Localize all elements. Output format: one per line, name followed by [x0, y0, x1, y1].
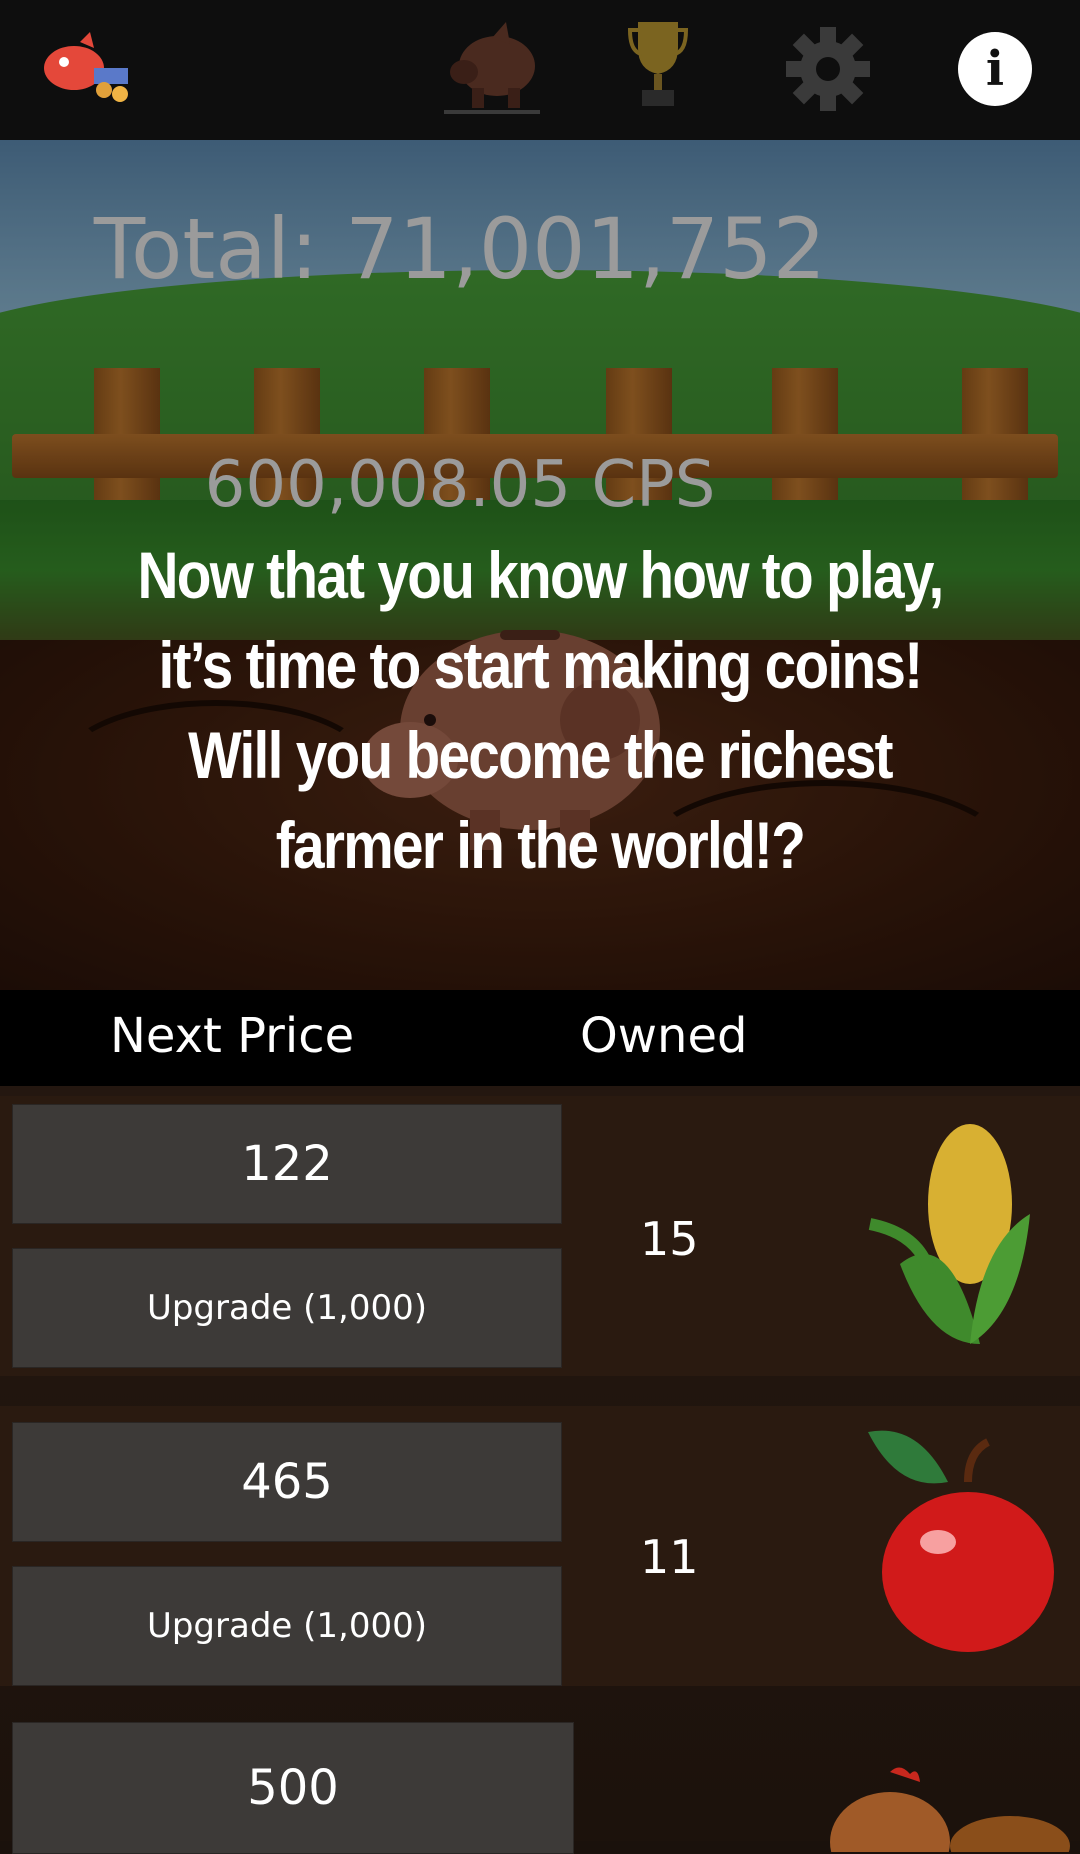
tutorial-message[interactable]: Now that you know how to play, it’s time… [127, 530, 953, 890]
info-icon[interactable]: i [958, 32, 1032, 106]
coins-per-second: 600,008.05 CPS [204, 448, 716, 522]
apple-icon [868, 1430, 1054, 1652]
corn-owned-count: 15 [640, 1212, 699, 1266]
game-scene: Total: 71,001,752 600,008.05 CPS Now tha… [0, 140, 1080, 990]
buy-apple-button[interactable]: 465 [12, 1422, 562, 1542]
tab-active-indicator [444, 110, 540, 114]
tutorial-line: Now that you know how to play, [137, 538, 944, 612]
tutorial-line: farmer in the world!? [275, 808, 806, 882]
upgrade-apple-button[interactable]: Upgrade (1,000) [12, 1566, 562, 1686]
tutorial-line: it’s time to start making coins! [158, 628, 924, 702]
app-logo-icon [44, 32, 128, 102]
total-coins: Total: 71,001,752 [93, 200, 827, 298]
corn-icon [868, 1124, 1030, 1344]
trophy-icon[interactable] [628, 18, 688, 110]
shop-column-header: Next Price Owned [0, 990, 1080, 1086]
tutorial-line: Will you become the richest [188, 718, 893, 792]
apple-owned-count: 11 [640, 1530, 699, 1584]
buy-chicken-button[interactable]: 500 [12, 1722, 574, 1854]
chicken-icon [830, 1767, 1070, 1852]
buy-corn-button[interactable]: 122 [12, 1104, 562, 1224]
upgrade-corn-button[interactable]: Upgrade (1,000) [12, 1248, 562, 1368]
shop-list: 122 Upgrade (1,000) 15 465 Upgrade (1,00… [0, 1086, 1080, 1854]
tab-piggy-bank-icon[interactable] [442, 22, 542, 114]
top-bar: i [0, 0, 1080, 140]
gear-icon[interactable] [782, 26, 874, 112]
owned-heading: Owned [580, 1008, 748, 1064]
next-price-heading: Next Price [110, 1008, 355, 1064]
